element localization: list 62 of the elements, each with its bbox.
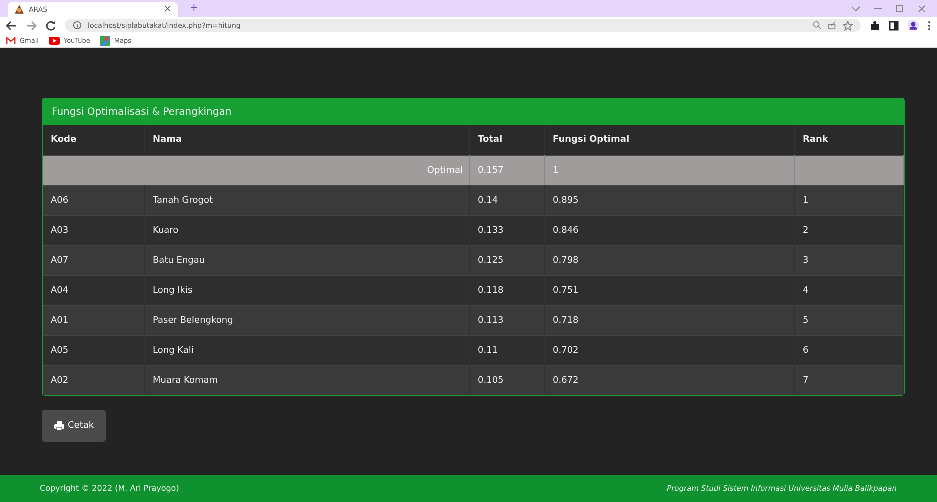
profile-icon[interactable] bbox=[908, 20, 919, 31]
table-cell: 0.14 bbox=[470, 185, 545, 215]
table-cell: 1 bbox=[545, 155, 795, 185]
table-cell: 3 bbox=[795, 245, 904, 275]
table-cell: 0.133 bbox=[470, 215, 545, 245]
puzzle-icon[interactable] bbox=[870, 20, 880, 30]
table-cell: 5 bbox=[795, 305, 904, 335]
copyright-text: Copyright © 2022 (M. Ari Prayogo) bbox=[40, 484, 180, 493]
table-cell: 2 bbox=[795, 215, 904, 245]
table-cell: 0.118 bbox=[470, 275, 545, 305]
table-cell: Kuaro bbox=[145, 215, 470, 245]
table-cell: 0.113 bbox=[470, 305, 545, 335]
table-cell: 0.846 bbox=[545, 215, 795, 245]
table-cell: A05 bbox=[43, 335, 145, 365]
zoom-icon[interactable] bbox=[813, 21, 822, 30]
table-cell: 0.718 bbox=[545, 305, 795, 335]
mail-icon bbox=[6, 36, 16, 44]
table-cell: A04 bbox=[43, 275, 145, 305]
table-cell: 6 bbox=[795, 335, 904, 365]
print-button[interactable]: Cetak bbox=[42, 410, 106, 442]
panel-title: Fungsi Optimalisasi & Perangkingan bbox=[43, 99, 904, 125]
table-cell: A06 bbox=[43, 185, 145, 215]
table-cell: 0.895 bbox=[545, 185, 795, 215]
map-icon bbox=[100, 36, 110, 46]
table-cell: 1 bbox=[795, 185, 904, 215]
table-cell: A03 bbox=[43, 215, 145, 245]
table-cell: 0.11 bbox=[470, 335, 545, 365]
table-cell: A07 bbox=[43, 245, 145, 275]
table-cell: 0.125 bbox=[470, 245, 545, 275]
table-cell: Optimal bbox=[43, 155, 470, 185]
table-cell: A02 bbox=[43, 365, 145, 395]
back-icon[interactable] bbox=[6, 20, 17, 30]
table-cell: 0.751 bbox=[545, 275, 795, 305]
reload-icon[interactable] bbox=[46, 20, 56, 30]
table-cell: 4 bbox=[795, 275, 904, 305]
table-cell: 0.105 bbox=[470, 365, 545, 395]
table-cell: 0.798 bbox=[545, 245, 795, 275]
maximize-icon[interactable] bbox=[895, 4, 905, 12]
table-cell: 0.157 bbox=[470, 155, 545, 185]
new-tab-button[interactable]: + bbox=[190, 4, 198, 14]
site-icon bbox=[14, 4, 25, 15]
table-cell: 0.702 bbox=[545, 335, 795, 365]
table-cell: 0.672 bbox=[545, 365, 795, 395]
table-cell: Tanah Grogot bbox=[145, 185, 470, 215]
sidebar-icon[interactable] bbox=[889, 20, 899, 30]
info-icon bbox=[73, 21, 82, 30]
more-icon[interactable] bbox=[928, 20, 931, 30]
table-cell: 7 bbox=[795, 365, 904, 395]
star-icon[interactable] bbox=[843, 20, 853, 30]
share-icon[interactable] bbox=[828, 21, 837, 30]
play-icon bbox=[48, 36, 60, 44]
table-cell: Long Ikis bbox=[145, 275, 470, 305]
close-icon[interactable] bbox=[917, 4, 927, 12]
table-cell: Long Kali bbox=[145, 335, 470, 365]
table-cell: Batu Engau bbox=[145, 245, 470, 275]
printer-icon bbox=[54, 421, 65, 431]
table-cell: Muara Komam bbox=[145, 365, 470, 395]
forward-icon[interactable] bbox=[26, 20, 37, 30]
chevron-down-icon[interactable] bbox=[851, 4, 861, 12]
table-cell: A01 bbox=[43, 305, 145, 335]
table-cell: Paser Belengkong bbox=[145, 305, 470, 335]
close-tab-button[interactable]: × bbox=[164, 4, 172, 14]
